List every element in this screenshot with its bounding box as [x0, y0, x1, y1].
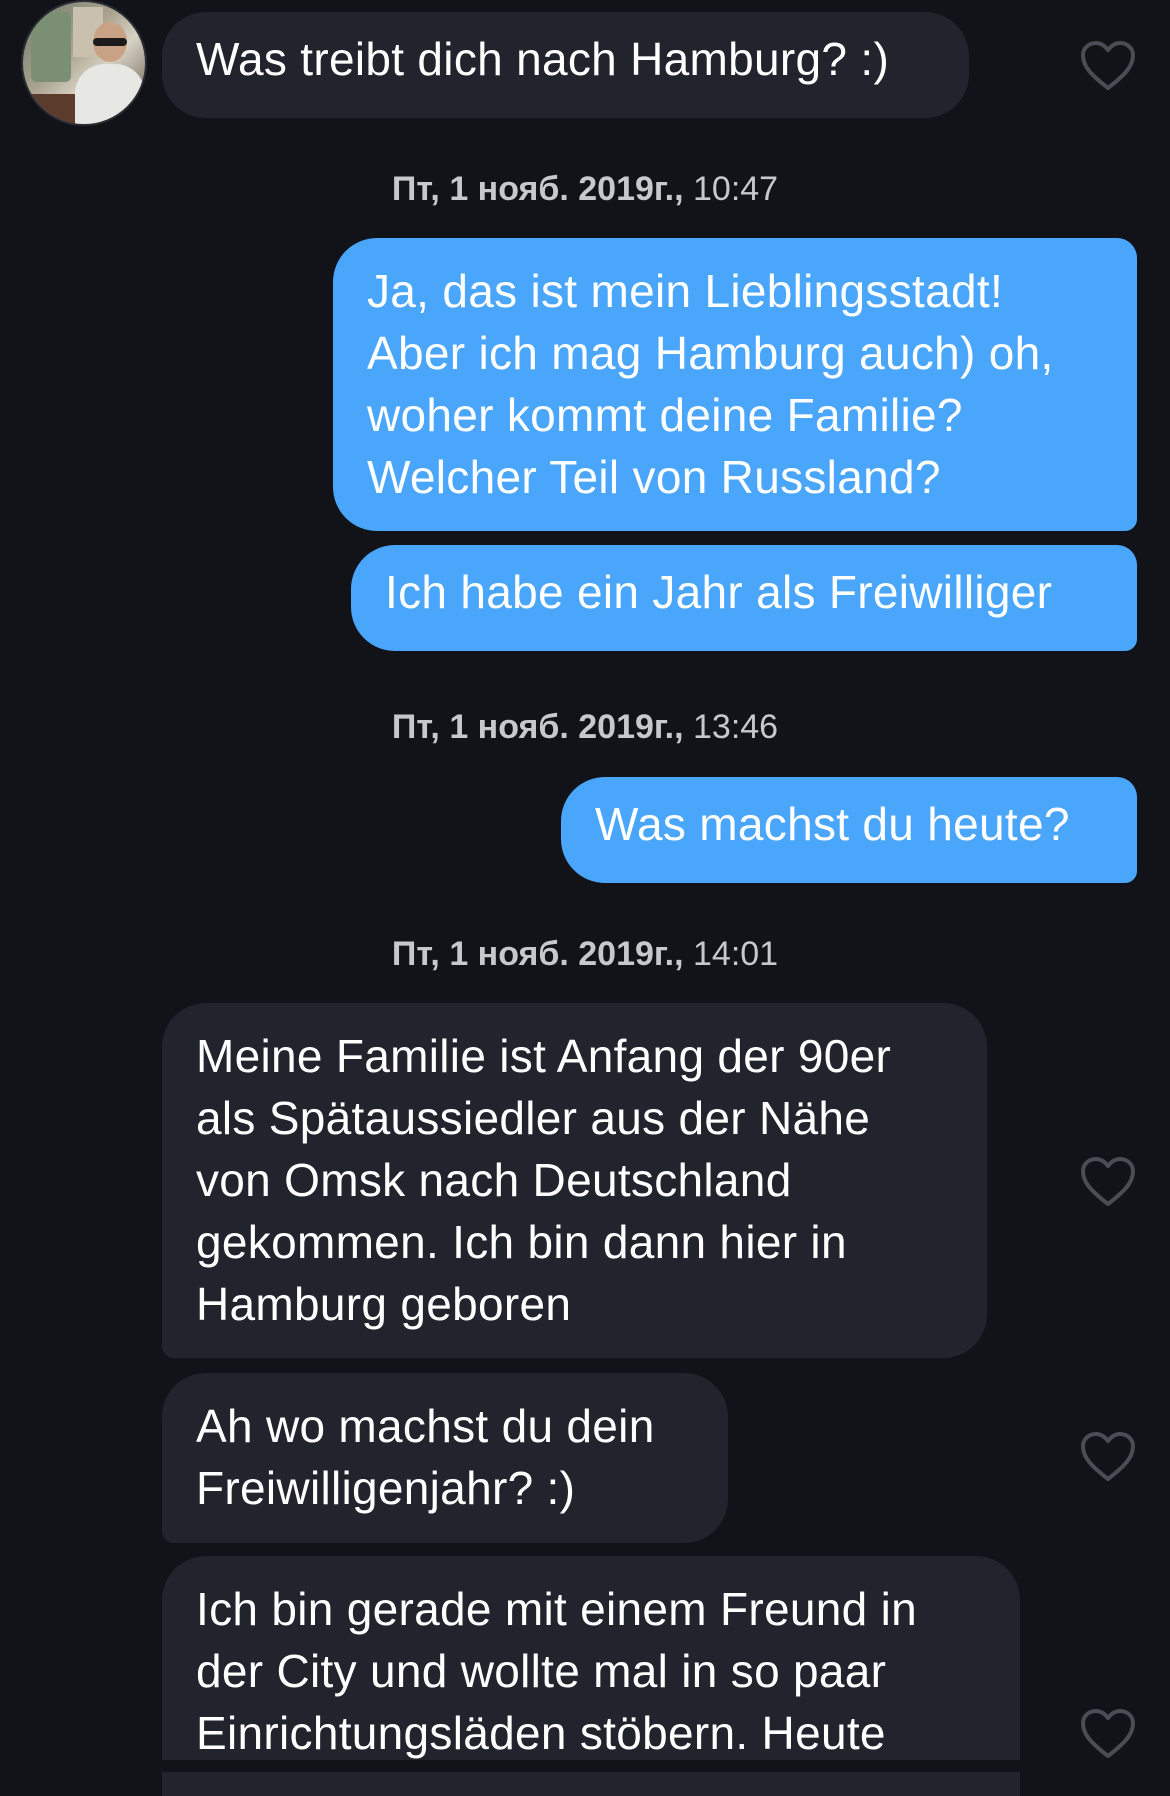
screen-bottom-edge [0, 1760, 1170, 1772]
timestamp-divider: Пт, 1 нояб. 2019г., 10:47 [0, 170, 1170, 209]
message-text: Aber ich mag Hamburg auch) oh, [367, 327, 1054, 379]
timestamp-time: 14:01 [693, 935, 779, 973]
avatar-photo-part [75, 64, 145, 124]
message-text: Was treibt dich nach Hamburg? :) [196, 33, 890, 85]
like-heart-icon[interactable] [1080, 1156, 1136, 1208]
timestamp-date: Пт, 1 нояб. 2019г., [391, 708, 684, 746]
timestamp-divider: Пт, 1 нояб. 2019г., 14:01 [0, 935, 1170, 974]
timestamp-date: Пт, 1 нояб. 2019г., [391, 170, 684, 208]
message-text: Ich bin gerade mit einem Freund in [196, 1583, 918, 1635]
message-bubble-outgoing[interactable]: Was machst du heute? [561, 777, 1137, 883]
timestamp-time: 13:46 [693, 708, 779, 746]
message-text: Ja, das ist mein Lieblingsstadt! [367, 265, 1004, 317]
message-bubble-incoming[interactable]: Ah wo machst du dein Freiwilligenjahr? :… [162, 1373, 728, 1543]
message-text: Freiwilligenjahr? :) [196, 1462, 576, 1514]
message-text: Meine Familie ist Anfang der 90er [196, 1030, 892, 1082]
like-heart-icon[interactable] [1080, 1431, 1136, 1483]
message-text: von Omsk nach Deutschland [196, 1154, 792, 1206]
like-heart-icon[interactable] [1080, 40, 1136, 92]
message-text: woher kommt deine Familie? [367, 389, 963, 441]
message-bubble-incoming[interactable]: Meine Familie ist Anfang der 90er als Sp… [162, 1003, 987, 1358]
message-text: Was machst du heute? [595, 798, 1070, 850]
message-text: der City und wollte mal in so paar [196, 1645, 887, 1697]
message-bubble-outgoing[interactable]: Ja, das ist mein Lieblingsstadt! Aber ic… [333, 238, 1137, 531]
message-bubble-outgoing[interactable]: Ich habe ein Jahr als Freiwilliger [351, 545, 1137, 651]
like-heart-icon[interactable] [1080, 1708, 1136, 1760]
message-text: Ich habe ein Jahr als Freiwilliger [385, 566, 1053, 618]
contact-avatar[interactable] [21, 0, 147, 126]
avatar-photo-part [93, 38, 127, 46]
avatar-photo-part [31, 12, 71, 82]
timestamp-time: 10:47 [693, 170, 779, 208]
message-text: als Spätaussiedler aus der Nähe [196, 1092, 871, 1144]
message-text: gekommen. Ich bin dann hier in [196, 1216, 847, 1268]
message-text: Ah wo machst du dein [196, 1400, 655, 1452]
timestamp-date: Пт, 1 нояб. 2019г., [391, 935, 684, 973]
message-bubble-incoming[interactable]: Was treibt dich nach Hamburg? :) [162, 12, 969, 118]
message-text: Einrichtungsläden stöbern. Heute [196, 1707, 886, 1759]
timestamp-divider: Пт, 1 нояб. 2019г., 13:46 [0, 708, 1170, 747]
message-text: Welcher Teil von Russland? [367, 451, 941, 503]
message-text: Hamburg geboren [196, 1278, 572, 1330]
